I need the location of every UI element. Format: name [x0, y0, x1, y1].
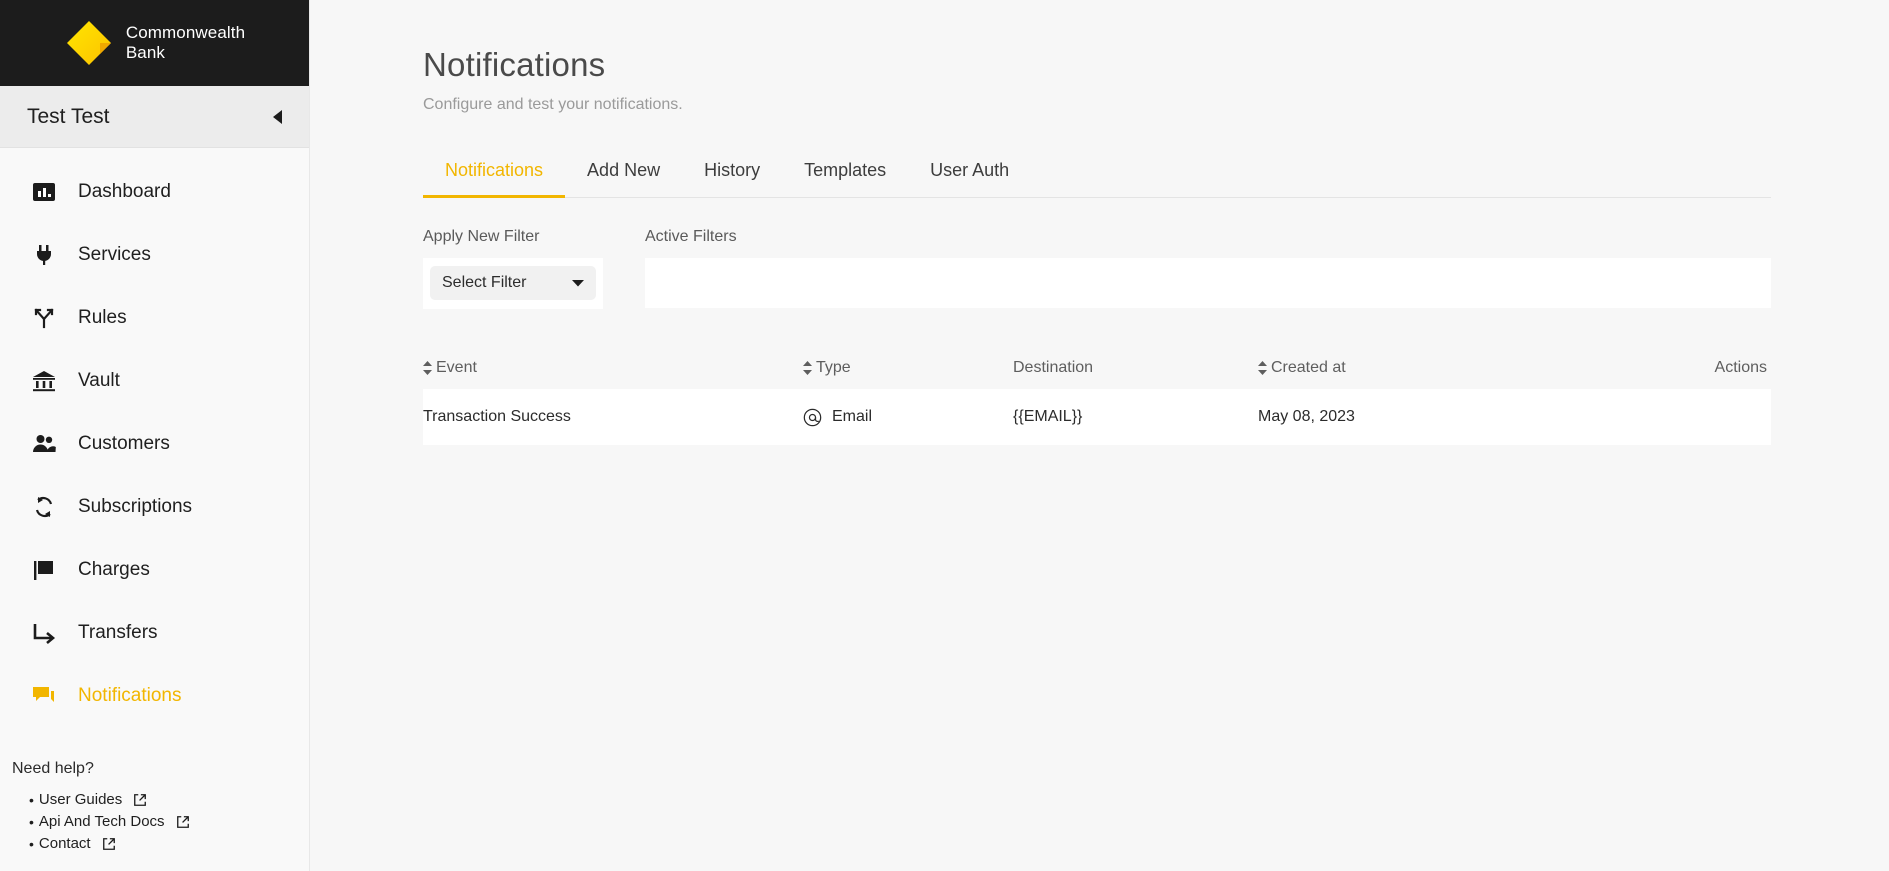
help-link-label: Api And Tech Docs	[38, 813, 165, 830]
sidebar-nav: Dashboard Services Rules Vault Customers…	[0, 148, 309, 727]
user-name: Test Test	[27, 104, 110, 128]
sidebar-item-label: Dashboard	[78, 180, 171, 202]
tab-templates[interactable]: Templates	[782, 150, 908, 198]
sidebar-item-customers[interactable]: Customers	[0, 412, 309, 475]
help-link-label: Contact	[38, 835, 91, 852]
filters-bar: Apply New Filter Select Filter Active Fi…	[423, 228, 1771, 309]
bullet-icon: •	[29, 791, 34, 808]
column-header-event[interactable]: Event	[423, 359, 803, 377]
sidebar-item-rules[interactable]: Rules	[0, 286, 309, 349]
bullet-icon: •	[29, 835, 34, 852]
external-link-icon	[102, 837, 116, 851]
cell-event: Transaction Success	[423, 408, 571, 425]
column-header-label: Actions	[1714, 359, 1767, 376]
apply-new-filter-group: Apply New Filter Select Filter	[423, 228, 655, 309]
chat-icon	[30, 682, 58, 710]
arrow-right-down-icon	[30, 619, 58, 647]
help-title: Need help?	[12, 760, 94, 777]
help-section: Need help? • User Guides • Api And Tech …	[0, 760, 309, 857]
page-subtitle: Configure and test your notifications.	[423, 96, 683, 113]
active-filters-panel[interactable]	[645, 258, 1771, 308]
column-header-label: Created at	[1271, 359, 1346, 376]
brand-header: Commonwealth Bank	[0, 0, 309, 86]
column-header-created-at[interactable]: Created at	[1258, 359, 1658, 377]
sidebar-item-vault[interactable]: Vault	[0, 349, 309, 412]
sidebar-item-label: Rules	[78, 306, 127, 328]
select-filter-wrap: Select Filter	[423, 258, 603, 309]
sort-icon	[1258, 361, 1267, 375]
tab-notifications[interactable]: Notifications	[423, 150, 566, 198]
select-filter-value: Select Filter	[442, 274, 527, 291]
brand-name-line2: Bank	[125, 43, 165, 62]
sidebar-item-transfers[interactable]: Transfers	[0, 601, 309, 664]
help-link-contact[interactable]: • Contact	[29, 835, 309, 852]
tab-bar: Notifications Add New History Templates …	[423, 150, 1771, 198]
diamond-logo-icon	[64, 18, 114, 68]
fork-icon	[30, 304, 58, 332]
notifications-table: Event Type Destination Created at Action…	[423, 347, 1771, 445]
tab-history[interactable]: History	[682, 150, 782, 198]
page-title: Notifications	[423, 46, 606, 83]
external-link-icon	[133, 793, 147, 807]
sidebar-item-services[interactable]: Services	[0, 223, 309, 286]
help-links: • User Guides • Api And Tech Docs • Cont…	[12, 791, 309, 852]
bullet-icon: •	[29, 813, 34, 830]
brand-name-line1: Commonwealth	[125, 23, 246, 43]
sort-icon	[803, 361, 812, 375]
tab-user-auth[interactable]: User Auth	[908, 150, 1031, 198]
brand-name: Commonwealth Bank	[126, 23, 245, 62]
cell-type-label: Email	[832, 408, 873, 425]
sidebar-item-label: Transfers	[78, 621, 158, 643]
active-filters-label: Active Filters	[645, 228, 737, 245]
column-header-type[interactable]: Type	[803, 359, 1013, 377]
refresh-icon	[30, 493, 58, 521]
sidebar-item-label: Charges	[78, 558, 150, 580]
sidebar-item-notifications[interactable]: Notifications	[0, 664, 309, 727]
bank-icon	[30, 367, 58, 395]
select-filter-dropdown[interactable]: Select Filter	[430, 266, 596, 300]
help-link-label: User Guides	[38, 791, 123, 808]
sidebar-item-subscriptions[interactable]: Subscriptions	[0, 475, 309, 538]
table-row[interactable]: Transaction Success Email {{EMAIL}} May	[423, 389, 1771, 445]
column-header-actions: Actions	[1658, 359, 1771, 377]
sidebar-item-label: Subscriptions	[78, 495, 193, 517]
sidebar-item-dashboard[interactable]: Dashboard	[0, 160, 309, 223]
sidebar-item-label: Customers	[78, 432, 170, 454]
user-bar: Test Test	[0, 86, 309, 148]
sidebar-item-label: Services	[78, 243, 151, 265]
active-filters-group: Active Filters	[645, 228, 1771, 309]
at-circle-icon	[803, 408, 822, 427]
main-content: Notifications Configure and test your no…	[310, 0, 1889, 871]
apply-new-filter-label: Apply New Filter	[423, 228, 540, 245]
help-link-api-and-tech-docs[interactable]: • Api And Tech Docs	[29, 813, 309, 830]
column-header-destination: Destination	[1013, 359, 1258, 377]
app-root: Commonwealth Bank Test Test Dashboard Se…	[0, 0, 1889, 871]
sidebar-item-label: Vault	[78, 369, 120, 391]
flag-icon	[30, 556, 58, 584]
column-header-label: Destination	[1013, 359, 1094, 376]
plug-icon	[30, 241, 58, 269]
column-header-label: Type	[816, 359, 851, 376]
cell-destination: {{EMAIL}}	[1013, 408, 1083, 425]
people-icon	[30, 430, 58, 458]
chart-bar-icon	[30, 178, 58, 206]
caret-down-icon	[572, 274, 584, 292]
sidebar-item-charges[interactable]: Charges	[0, 538, 309, 601]
sidebar: Commonwealth Bank Test Test Dashboard Se…	[0, 0, 310, 871]
column-header-label: Event	[436, 359, 477, 376]
chevron-left-icon[interactable]	[267, 107, 287, 127]
tab-add-new[interactable]: Add New	[565, 150, 682, 198]
sort-icon	[423, 361, 432, 375]
sidebar-item-label: Notifications	[78, 684, 182, 706]
table-header-row: Event Type Destination Created at Action…	[423, 347, 1771, 389]
external-link-icon	[176, 815, 190, 829]
cell-type: Email	[803, 408, 1013, 427]
help-link-user-guides[interactable]: • User Guides	[29, 791, 309, 808]
cell-created-at: May 08, 2023	[1258, 408, 1355, 425]
